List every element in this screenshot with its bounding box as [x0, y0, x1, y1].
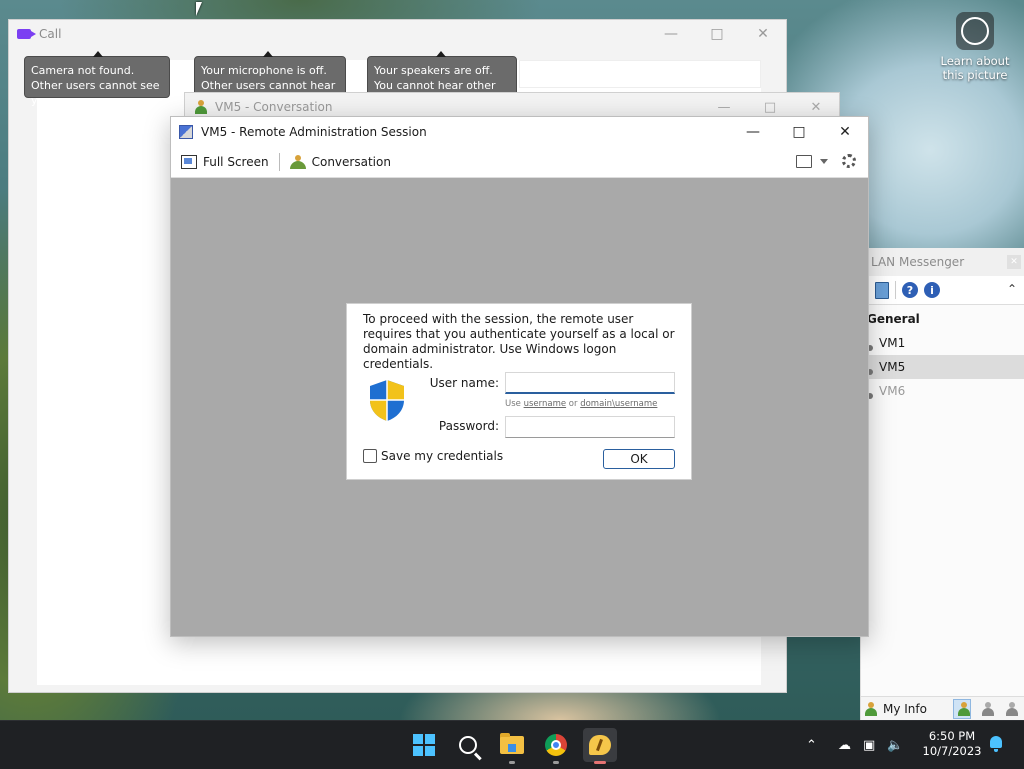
- clock-time: 6:50 PM: [928, 729, 976, 743]
- conversation-button[interactable]: Conversation: [312, 155, 391, 169]
- full-screen-button[interactable]: Full Screen: [203, 155, 269, 169]
- hint-or: or: [568, 399, 578, 409]
- user-offline-icon: [1006, 702, 1018, 716]
- tooltip-line: Your microphone is off.: [201, 64, 327, 77]
- conversation-title: VM5 - Conversation: [215, 100, 333, 114]
- remote-session-toolbar-right: [796, 154, 856, 168]
- password-label: Password:: [438, 419, 499, 433]
- conversation-icon: [289, 155, 306, 169]
- contacts-book-icon[interactable]: [875, 281, 889, 299]
- contact-label: VM6: [879, 384, 906, 398]
- info-icon[interactable]: i: [924, 282, 940, 298]
- user-online-icon: [958, 702, 970, 716]
- tooltip-line: Other users cannot see you.: [31, 79, 160, 107]
- ok-button[interactable]: OK: [603, 449, 675, 469]
- username-label: User name:: [429, 376, 499, 390]
- lan-messenger-icon: [589, 735, 611, 755]
- taskbar: ⌃ ☁ ▣ 🔈 6:50 PM 10/7/2023: [0, 720, 1024, 769]
- network-icon[interactable]: ▣: [863, 738, 875, 753]
- gear-icon[interactable]: [842, 154, 856, 168]
- save-credentials-label: Save my credentials: [381, 449, 504, 463]
- toolbar-divider: [895, 281, 896, 299]
- speaker-icon[interactable]: 🔈: [887, 738, 903, 753]
- maximize-button[interactable]: □: [694, 20, 740, 48]
- windows-logo-icon: [413, 734, 435, 756]
- remote-session-window-controls: — □ ✕: [730, 117, 868, 147]
- minimize-button[interactable]: —: [648, 20, 694, 48]
- user-busy-icon: [982, 702, 994, 716]
- tooltip-line: Camera not found.: [31, 64, 135, 77]
- chevron-up-icon: ⌃: [806, 737, 817, 753]
- monitor-icon[interactable]: [796, 154, 812, 168]
- taskbar-file-explorer[interactable]: [495, 728, 529, 764]
- my-info-button[interactable]: My Info: [883, 702, 927, 716]
- taskbar-clock[interactable]: 6:50 PM 10/7/2023: [920, 729, 984, 759]
- contact-item-vm6[interactable]: VM6: [861, 379, 1024, 403]
- status-buttons: [953, 699, 1024, 719]
- minimize-button[interactable]: —: [730, 117, 776, 147]
- contact-item-vm1[interactable]: VM1: [861, 331, 1024, 355]
- taskbar-chrome[interactable]: [539, 728, 573, 764]
- lan-messenger-title: LAN Messenger: [871, 255, 965, 269]
- close-icon[interactable]: ✕: [1007, 255, 1021, 269]
- contact-label: VM1: [879, 336, 906, 350]
- mouse-cursor-icon: [196, 2, 202, 16]
- camera-lens-icon: [956, 12, 994, 50]
- status-online-button[interactable]: [953, 699, 971, 719]
- save-credentials-row[interactable]: Save my credentials: [363, 449, 503, 463]
- learn-about-picture[interactable]: Learn about this picture: [940, 12, 1010, 82]
- start-button[interactable]: [407, 728, 441, 762]
- toolbar-divider: [278, 153, 280, 171]
- status-busy-button[interactable]: [977, 699, 995, 719]
- lan-messenger-toolbar: ? i ⌃: [861, 276, 1024, 305]
- hint-prefix: Use: [505, 399, 521, 409]
- tooltip-line: Your speakers are off.: [374, 64, 493, 77]
- username-input[interactable]: [505, 372, 675, 394]
- notification-bell-icon[interactable]: [988, 735, 1004, 753]
- authentication-dialog: To proceed with the session, the remote …: [346, 303, 692, 480]
- clock-date: 10/7/2023: [922, 744, 982, 758]
- lan-messenger-window: LAN Messenger ✕ ? i ⌃ General VM1 VM5 VM…: [860, 248, 1024, 721]
- call-info-strip: [519, 60, 761, 88]
- show-hidden-icons-button[interactable]: ⌃: [806, 721, 817, 769]
- learn-about-label: Learn about this picture: [940, 54, 1010, 82]
- remote-session-title: VM5 - Remote Administration Session: [201, 125, 427, 139]
- remote-session-toolbar: Full Screen Conversation: [171, 147, 868, 178]
- lan-messenger-statusbar: My Info: [861, 696, 1024, 721]
- remote-desktop-icon: [179, 125, 193, 139]
- username-hint: Use username or domain\username: [505, 399, 657, 409]
- camera-tooltip: Camera not found. Other users cannot see…: [24, 51, 170, 107]
- contact-group-general[interactable]: General: [861, 305, 1024, 331]
- help-icon[interactable]: ?: [902, 282, 918, 298]
- hint-domain-username: domain\username: [580, 399, 658, 409]
- chrome-icon: [545, 734, 567, 756]
- call-window-controls: — □ ✕: [648, 20, 786, 48]
- lan-messenger-title-bar[interactable]: LAN Messenger ✕: [861, 248, 1024, 276]
- chevron-up-icon[interactable]: ⌃: [1007, 282, 1017, 296]
- taskbar-search-button[interactable]: [451, 728, 485, 762]
- chevron-down-icon[interactable]: [820, 158, 828, 164]
- close-button[interactable]: ✕: [740, 20, 786, 48]
- full-screen-icon: [181, 155, 197, 169]
- hint-username: username: [523, 399, 567, 409]
- authentication-message: To proceed with the session, the remote …: [363, 312, 675, 371]
- password-input[interactable]: [505, 416, 675, 438]
- save-credentials-checkbox[interactable]: [363, 449, 377, 463]
- folder-icon: [500, 733, 524, 754]
- system-tray: ☁ ▣ 🔈: [838, 721, 903, 769]
- contact-label: VM5: [879, 360, 906, 374]
- close-button[interactable]: ✕: [822, 117, 868, 147]
- contact-item-vm5[interactable]: VM5: [861, 355, 1024, 379]
- call-title: Call: [39, 27, 62, 41]
- video-camera-icon: [17, 29, 36, 39]
- status-offline-button[interactable]: [1001, 699, 1019, 719]
- taskbar-lan-messenger[interactable]: [583, 728, 617, 764]
- maximize-button[interactable]: □: [776, 117, 822, 147]
- shield-icon: [370, 380, 404, 421]
- onedrive-icon[interactable]: ☁: [838, 738, 851, 753]
- user-icon: [865, 702, 877, 716]
- remote-session-title-bar[interactable]: VM5 - Remote Administration Session — □ …: [171, 117, 868, 147]
- search-icon: [459, 736, 477, 754]
- user-icon: [195, 100, 207, 114]
